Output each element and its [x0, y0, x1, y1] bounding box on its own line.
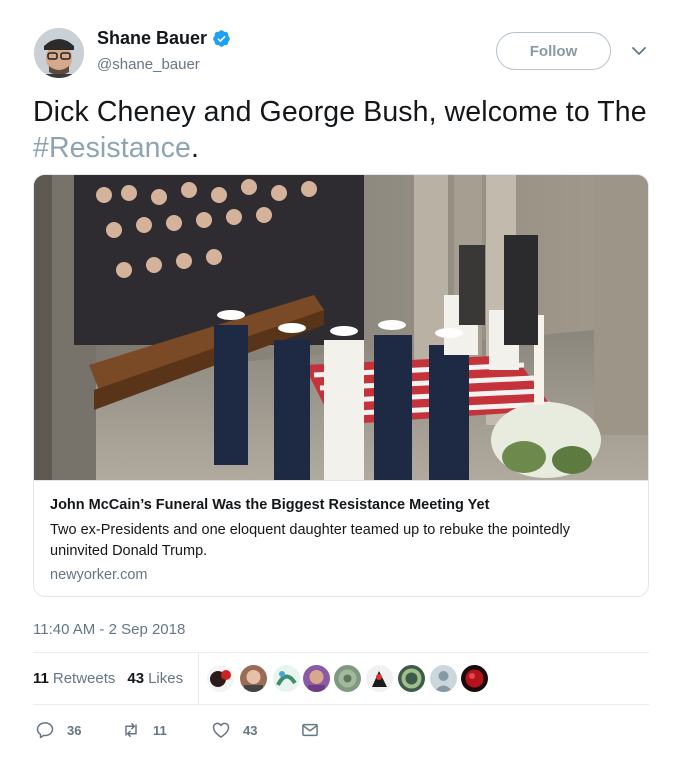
- retweet-count[interactable]: 11: [33, 670, 49, 687]
- card-image[interactable]: [34, 175, 648, 481]
- hashtag-link[interactable]: #Resistance: [33, 132, 191, 164]
- liker-avatar[interactable]: [398, 665, 425, 692]
- follow-button[interactable]: Follow: [496, 32, 611, 70]
- liker-avatar[interactable]: [366, 665, 393, 692]
- reply-icon: [36, 722, 54, 739]
- card-title[interactable]: John McCain’s Funeral Was the Biggest Re…: [50, 497, 489, 513]
- tweet-timestamp[interactable]: 11:40 AM - 2 Sep 2018: [33, 621, 185, 638]
- divider-bottom: [33, 704, 649, 705]
- envelope-icon: [302, 723, 318, 737]
- stats-separator: [198, 652, 199, 704]
- tweet-text-body: Dick Cheney and George Bush, welcome to …: [33, 96, 647, 128]
- liker-avatar[interactable]: [334, 665, 361, 692]
- tweet-text: Dick Cheney and George Bush, welcome to …: [33, 94, 653, 166]
- like-button[interactable]: 43: [211, 720, 257, 740]
- heart-icon: [212, 722, 230, 738]
- card-domain: newyorker.com: [50, 567, 148, 583]
- card-description: Two ex-Presidents and one eloquent daugh…: [50, 522, 570, 559]
- user-name-row[interactable]: Shane Bauer: [97, 28, 231, 49]
- liker-avatar[interactable]: [430, 665, 457, 692]
- retweet-label[interactable]: Retweets: [53, 670, 116, 687]
- liker-avatar[interactable]: [273, 665, 300, 692]
- chevron-down-icon[interactable]: [630, 44, 648, 58]
- tweet-text-end: .: [190, 132, 199, 164]
- retweet-action-count: 11: [153, 722, 167, 738]
- retweet-button[interactable]: 11: [121, 720, 167, 740]
- liker-avatar[interactable]: [240, 665, 267, 692]
- like-label[interactable]: Likes: [148, 670, 183, 687]
- like-count[interactable]: 43: [127, 670, 144, 687]
- divider-top: [33, 652, 649, 653]
- like-action-count: 43: [243, 722, 258, 738]
- liker-avatar[interactable]: [303, 665, 330, 692]
- liker-avatar[interactable]: [461, 665, 488, 692]
- liker-avatar[interactable]: [207, 665, 234, 692]
- direct-message-button[interactable]: [300, 720, 320, 740]
- display-name[interactable]: Shane Bauer: [97, 28, 207, 49]
- tweet-stats: 11 Retweets 43 Likes: [33, 670, 183, 687]
- verified-badge-icon: [213, 30, 230, 47]
- tweet: Shane Bauer @shane_bauer Follow Dick Che…: [0, 0, 683, 772]
- link-card[interactable]: John McCain’s Funeral Was the Biggest Re…: [33, 174, 649, 597]
- user-handle[interactable]: @shane_bauer: [97, 56, 200, 73]
- reply-button[interactable]: 36: [35, 720, 81, 740]
- reply-count: 36: [67, 722, 82, 738]
- avatar[interactable]: [34, 28, 84, 78]
- retweet-icon: [125, 723, 137, 737]
